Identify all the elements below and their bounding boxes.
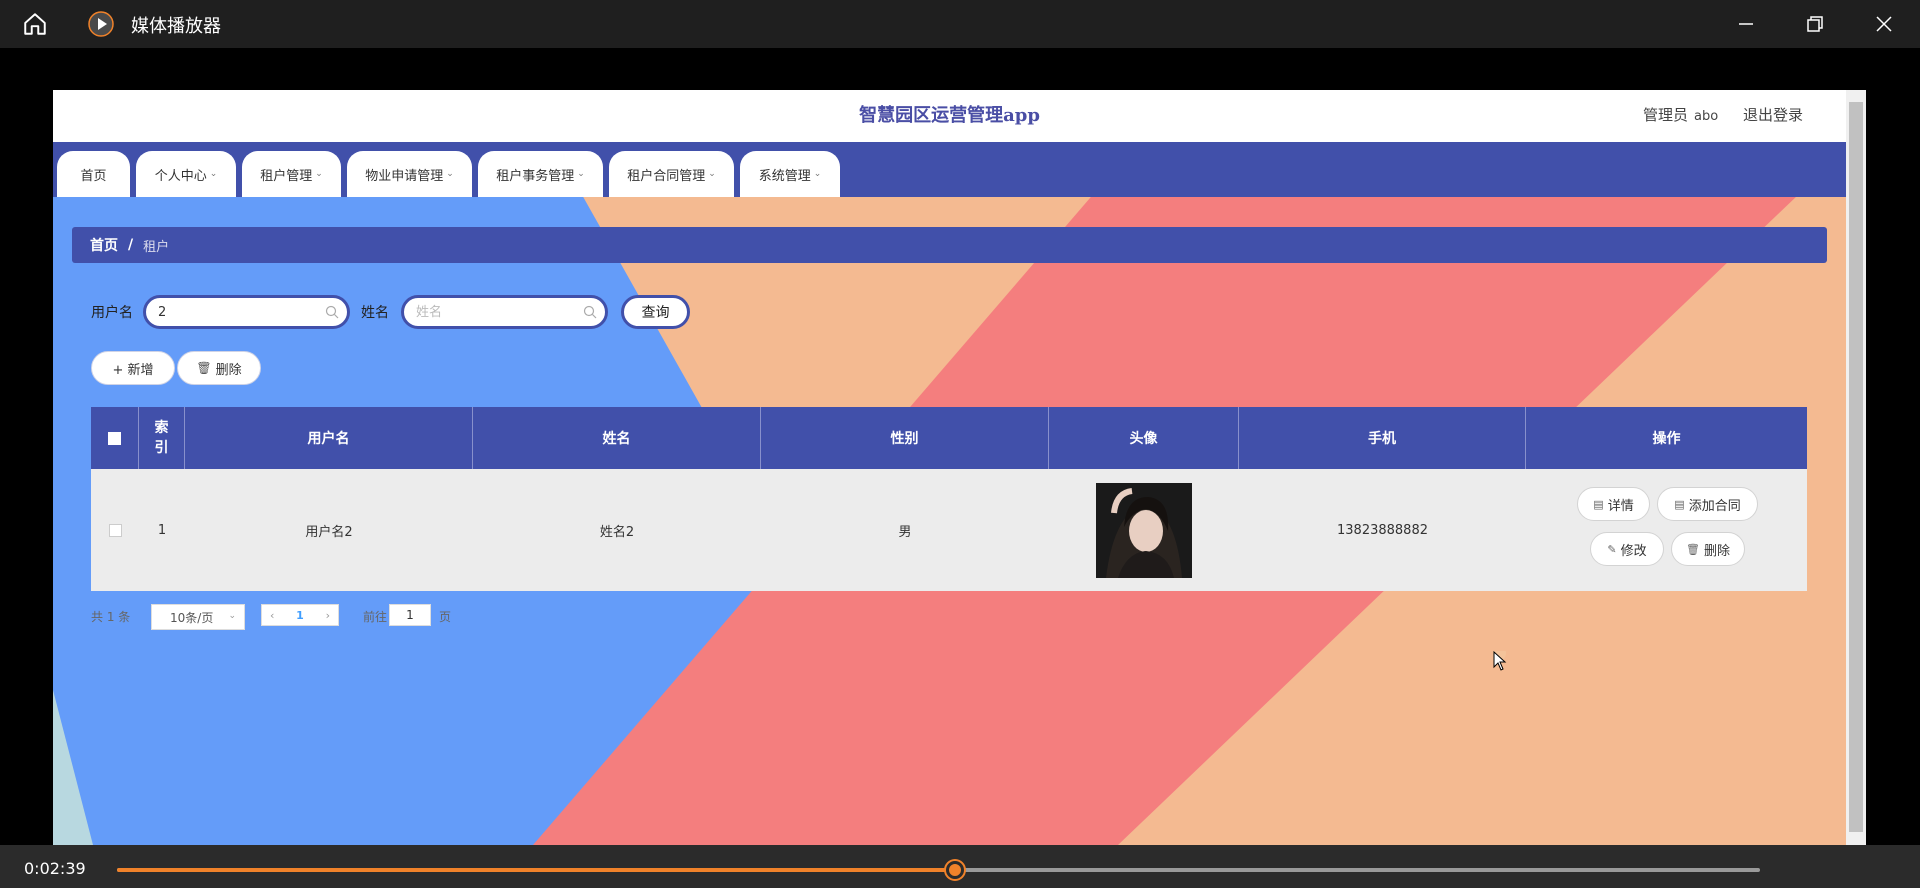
bulk-delete-button[interactable]: 🗑 删除 xyxy=(177,351,261,385)
mouse-cursor-icon xyxy=(1493,651,1507,671)
table-header: 索引 用户名 姓名 性别 头像 手机 操作 xyxy=(91,407,1807,469)
column-header-phone: 手机 xyxy=(1239,407,1526,469)
chevron-down-icon: ⌄ xyxy=(209,169,218,179)
nav-item-home[interactable]: 首页 xyxy=(57,151,130,197)
minimize-icon[interactable] xyxy=(1734,12,1758,36)
avatar xyxy=(1096,482,1192,578)
home-icon[interactable] xyxy=(22,11,48,37)
name-label: 姓名 xyxy=(361,305,389,321)
nav-item-personal-center[interactable]: 个人中心 ⌄ xyxy=(136,151,236,197)
user-role: 管理员 xyxy=(1643,106,1689,124)
page-navigator: ‹ 1 › xyxy=(261,604,339,626)
column-header-index: 索引 xyxy=(139,407,185,469)
current-user: 管理员 abo xyxy=(1643,104,1718,125)
cell-avatar xyxy=(1049,469,1239,591)
name-search-field[interactable] xyxy=(401,295,608,329)
column-header-gender: 性别 xyxy=(761,407,1049,469)
username-search-field[interactable] xyxy=(143,295,350,329)
document-icon: ▤ xyxy=(1674,497,1685,511)
chevron-down-icon: ⌄ xyxy=(228,611,236,621)
screen: 媒体播放器 智慧园区运营管理app 管理员 abo 退出登录 首页 个人中心 ⌄… xyxy=(0,0,1920,888)
select-all-cell xyxy=(91,407,139,469)
column-header-actions: 操作 xyxy=(1652,431,1681,447)
nav-item-tenant-contracts[interactable]: 租户合同管理 ⌄ xyxy=(609,151,734,197)
breadcrumb-home[interactable]: 首页 xyxy=(90,235,118,255)
username-input[interactable] xyxy=(158,303,308,321)
username-label: 用户名 xyxy=(91,305,133,321)
row-checkbox[interactable] xyxy=(108,523,122,537)
chevron-down-icon: ⌄ xyxy=(446,169,454,179)
cell-name: 姓名2 xyxy=(599,524,635,540)
page-size-select[interactable]: 10条/页 ⌄ xyxy=(151,604,245,630)
chevron-down-icon: ⌄ xyxy=(577,169,585,179)
goto-label: 前往 xyxy=(363,610,388,624)
breadcrumb-separator: / xyxy=(128,237,134,253)
player-controls: 0:02:39 xyxy=(0,845,1920,888)
chevron-down-icon: ⌄ xyxy=(315,169,323,179)
app-header: 智慧园区运营管理app 管理员 abo 退出登录 xyxy=(53,90,1846,142)
elapsed-time: 0:02:39 xyxy=(24,859,86,878)
seek-bar[interactable] xyxy=(117,861,1760,879)
nav-item-tenant-management[interactable]: 租户管理 ⌄ xyxy=(242,151,341,197)
select-all-checkbox[interactable] xyxy=(108,431,121,445)
name-input[interactable] xyxy=(416,303,566,321)
web-page: 智慧园区运营管理app 管理员 abo 退出登录 首页 个人中心 ⌄ 租户管理 ⌄ 物… xyxy=(53,90,1866,845)
breadcrumb: 首页 / 租户 xyxy=(72,227,1827,263)
query-button[interactable]: 查询 xyxy=(621,295,690,329)
add-button[interactable]: + 新增 xyxy=(91,351,175,385)
next-page-button[interactable]: › xyxy=(326,609,330,622)
seek-bar-thumb[interactable] xyxy=(945,861,964,879)
chevron-down-icon: ⌄ xyxy=(708,169,716,179)
breadcrumb-current: 租户 xyxy=(143,239,170,255)
cell-actions: ▤ 详情 ▤ 添加合同 ✎ 修改 🗑 删除 xyxy=(1526,469,1807,591)
column-header-name: 姓名 xyxy=(473,407,761,469)
edit-button[interactable]: ✎ 修改 xyxy=(1590,532,1664,566)
chevron-down-icon: ⌄ xyxy=(813,169,822,179)
player-titlebar: 媒体播放器 xyxy=(0,0,1920,48)
player-title: 媒体播放器 xyxy=(131,16,221,37)
cell-username: 用户名2 xyxy=(305,524,353,540)
user-name: abo xyxy=(1694,109,1719,124)
goto-page-input[interactable]: 1 xyxy=(389,604,431,626)
nav-item-property-application[interactable]: 物业申请管理 ⌄ xyxy=(347,151,472,197)
delete-button[interactable]: 🗑 删除 xyxy=(1671,532,1745,566)
player-logo-icon xyxy=(88,11,114,37)
document-icon: ▤ xyxy=(1593,497,1604,511)
seek-bar-played xyxy=(117,868,955,872)
detail-button[interactable]: ▤ 详情 xyxy=(1577,487,1650,521)
edit-icon: ✎ xyxy=(1607,542,1617,556)
cell-gender: 男 xyxy=(898,524,912,540)
page-number[interactable]: 1 xyxy=(296,609,304,622)
search-icon xyxy=(583,305,597,319)
prev-page-button[interactable]: ‹ xyxy=(270,609,274,622)
nav-item-tenant-affairs[interactable]: 租户事务管理 ⌄ xyxy=(478,151,603,197)
cell-index: 1 xyxy=(157,522,167,538)
scrollbar-thumb[interactable] xyxy=(1849,102,1863,832)
restore-icon[interactable] xyxy=(1803,12,1827,36)
goto-unit: 页 xyxy=(439,610,452,624)
pagination-total: 共 1 条 xyxy=(91,610,131,624)
row-select-cell xyxy=(91,469,139,591)
logout-link[interactable]: 退出登录 xyxy=(1743,104,1803,125)
cell-phone: 13823888882 xyxy=(1337,522,1428,538)
trash-icon: 🗑 xyxy=(1686,542,1700,556)
close-icon[interactable] xyxy=(1872,12,1896,36)
nav-item-system-management[interactable]: 系统管理 ⌄ xyxy=(740,151,840,197)
app-title: 智慧园区运营管理app xyxy=(859,105,1040,126)
column-header-avatar: 头像 xyxy=(1049,407,1239,469)
top-nav: 首页 个人中心 ⌄ 租户管理 ⌄ 物业申请管理 ⌄ 租户事务管理 ⌄ 租户合同管理 ⌄ 系… xyxy=(53,142,1846,197)
search-icon xyxy=(325,305,339,319)
add-contract-button[interactable]: ▤ 添加合同 xyxy=(1657,487,1758,521)
column-header-username: 用户名 xyxy=(185,407,473,469)
trash-icon: 🗑 xyxy=(196,361,212,375)
page-scrollbar[interactable] xyxy=(1846,90,1866,845)
table-row: 1 用户名2 姓名2 男 13823888882 ▤ 详情 ▤ 添加合同 ✎ 修… xyxy=(91,469,1807,591)
